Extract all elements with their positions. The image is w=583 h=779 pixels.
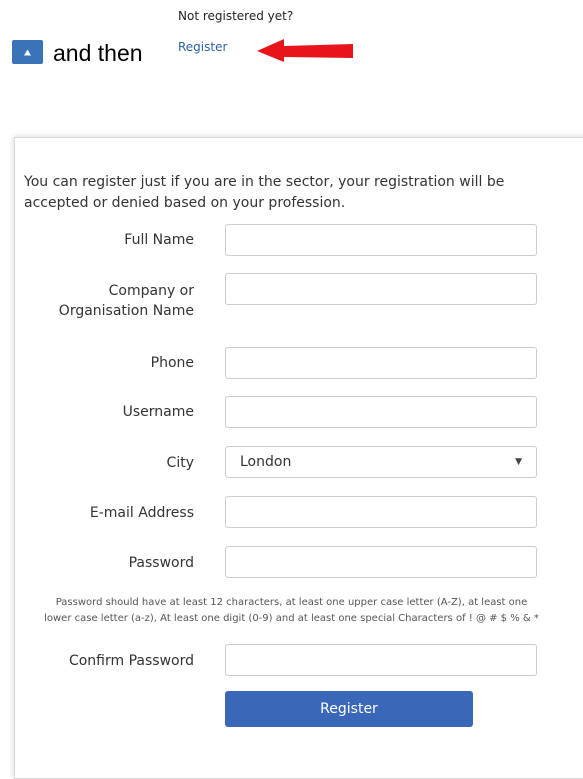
full-name-input[interactable] [225, 224, 537, 256]
password-hint-line-2: lower case letter (a-z), At least one di… [44, 613, 539, 624]
and-then-text: and then [53, 40, 143, 66]
user-button[interactable] [12, 40, 43, 64]
password-label: Password [128, 555, 194, 571]
registration-intro: You can register just if you are in the … [24, 174, 505, 211]
confirm-password-label: Confirm Password [68, 653, 194, 669]
username-label: Username [122, 404, 194, 420]
city-select-value: London [240, 454, 292, 470]
password-input[interactable] [225, 546, 537, 578]
phone-input[interactable] [225, 347, 537, 379]
arrow-left-icon [256, 38, 356, 66]
user-icon [24, 49, 31, 55]
register-link[interactable]: Register [178, 40, 227, 54]
confirm-password-input[interactable] [225, 644, 537, 676]
register-submit-button[interactable]: Register [225, 691, 473, 727]
email-input[interactable] [225, 496, 537, 528]
password-hint-line-1: Password should have at least 12 charact… [55, 597, 528, 608]
username-input[interactable] [225, 396, 537, 428]
chevron-down-icon: ▼ [515, 457, 522, 467]
company-input[interactable] [225, 273, 537, 305]
full-name-label: Full Name [124, 232, 194, 248]
city-label: City [166, 455, 194, 471]
company-label-line-2: Organisation Name [58, 303, 194, 319]
email-label: E-mail Address [89, 505, 194, 521]
phone-label: Phone [150, 355, 194, 371]
password-hint: Password should have at least 12 charact… [4, 595, 579, 627]
city-select[interactable]: London ▼ [225, 446, 537, 478]
company-label-line-1: Company or [108, 283, 194, 299]
not-registered-text: Not registered yet? [178, 9, 294, 23]
